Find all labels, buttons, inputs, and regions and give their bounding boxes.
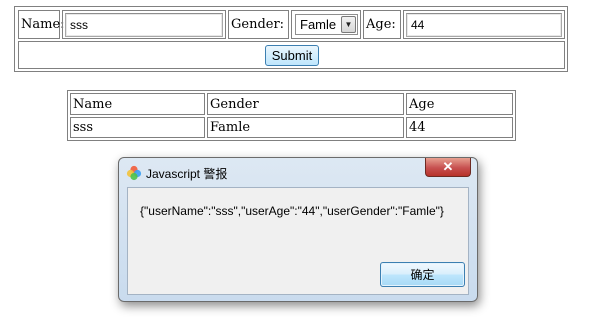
table-header-age: Age bbox=[406, 93, 513, 115]
gender-label: Gender: bbox=[231, 17, 285, 32]
table-cell-name: sss bbox=[70, 117, 205, 138]
gender-label-cell: Gender: bbox=[228, 10, 289, 39]
table-cell-gender: Famle bbox=[207, 117, 404, 138]
input-form-table: Name: Gender: Famle ▼ Age: Submit bbox=[14, 6, 568, 72]
submit-cell: Submit bbox=[18, 41, 565, 69]
gender-select-cell: Famle ▼ bbox=[291, 10, 361, 39]
javascript-alert-dialog: Javascript 警报 ✕ {"userName":"sss","userA… bbox=[118, 157, 478, 302]
name-input-cell bbox=[62, 10, 226, 39]
age-input[interactable] bbox=[406, 13, 562, 37]
table-cell-age: 44 bbox=[406, 117, 513, 138]
gender-select-value: Famle bbox=[300, 17, 337, 32]
age-label-cell: Age: bbox=[363, 10, 401, 39]
ok-button[interactable]: 确定 bbox=[380, 262, 465, 287]
browser-logo-icon bbox=[126, 165, 142, 181]
table-header-gender: Gender bbox=[207, 93, 404, 115]
close-icon[interactable]: ✕ bbox=[425, 158, 471, 177]
chevron-down-icon[interactable]: ▼ bbox=[341, 16, 356, 33]
name-label-cell: Name: bbox=[18, 10, 65, 39]
gender-select[interactable]: Famle ▼ bbox=[295, 14, 358, 35]
age-input-cell bbox=[403, 10, 565, 39]
name-input[interactable] bbox=[65, 13, 223, 37]
table-header-name: Name bbox=[70, 93, 205, 115]
submit-button[interactable]: Submit bbox=[265, 45, 319, 66]
result-table: Name Gender Age sss Famle 44 bbox=[67, 90, 516, 141]
alert-message: {"userName":"sss","userAge":"44","userGe… bbox=[140, 204, 444, 218]
name-label: Name: bbox=[21, 17, 65, 32]
dialog-title: Javascript 警报 bbox=[146, 167, 228, 181]
age-label: Age: bbox=[366, 17, 396, 32]
dialog-body: {"userName":"sss","userAge":"44","userGe… bbox=[127, 187, 469, 295]
